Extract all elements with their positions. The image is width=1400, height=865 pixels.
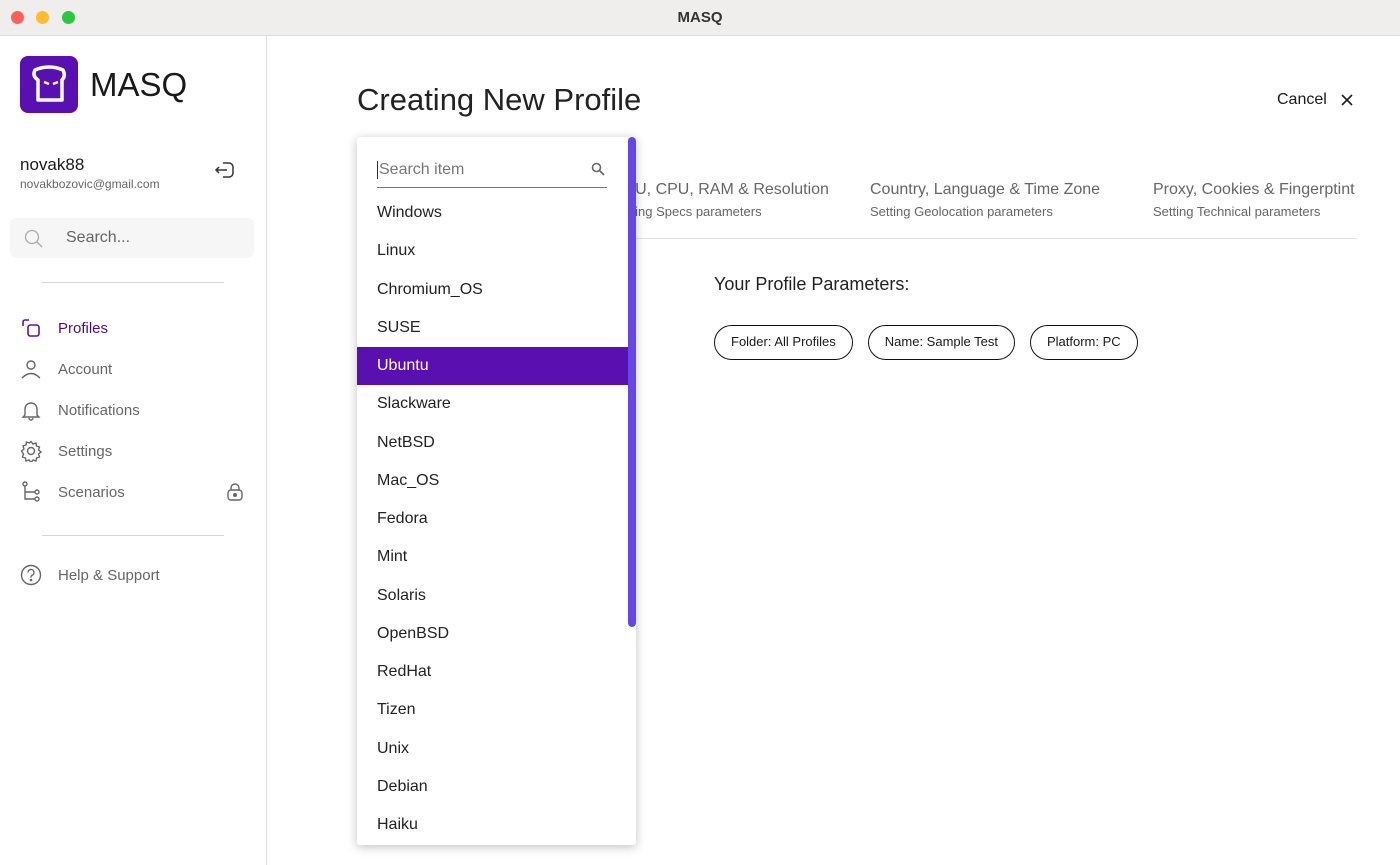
branch-icon [22,481,40,502]
dropdown-item[interactable]: Linux [357,232,628,270]
help-icon [20,564,42,586]
dropdown-item[interactable]: Slackware [357,385,628,423]
sidebar-item-label: Help & Support [58,566,160,584]
cancel-label: Cancel [1277,91,1327,108]
dropdown-item[interactable]: Chromium_OS [357,271,628,309]
search-icon [24,229,43,248]
tab-title: GPU, CPU, RAM & Resolution [612,181,829,198]
close-window-button[interactable] [11,11,24,24]
username: novak88 [20,155,85,174]
dropdown-item[interactable]: Ubuntu [357,347,628,385]
profiles-icon [22,319,40,337]
masq-logo-icon [20,56,78,113]
title-bar: MASQ [0,0,1400,36]
user-email: novakbozovic@gmail.com [20,177,160,191]
user-icon [21,360,41,379]
dropdown-item[interactable]: Solaris [357,577,628,615]
tab-specs[interactable]: GPU, CPU, RAM & Resolution Setting Specs… [612,181,829,219]
close-icon [1341,94,1353,106]
sidebar-item-help[interactable]: Help & Support [20,560,250,590]
dropdown-item[interactable]: Haiku [357,806,628,844]
sidebar-item-label: Settings [58,442,113,460]
chip-platform: Platform: PC [1029,325,1138,360]
scrollbar[interactable] [628,137,636,627]
chip-name: Name: Sample Test [867,325,1015,360]
sidebar-item-profiles[interactable]: Profiles [20,313,250,343]
sidebar-item-scenarios[interactable]: Scenarios [20,477,250,507]
sidebar-item-label: Account [58,360,113,378]
dropdown-item[interactable]: SUSE [357,309,628,347]
dropdown-item[interactable]: OpenBSD [357,615,628,653]
dropdown-item[interactable]: NetBSD [357,424,628,462]
lock-icon [227,483,243,501]
cancel-button[interactable]: Cancel [1277,91,1353,109]
page-title: Creating New Profile [357,82,642,117]
sidebar-item-settings[interactable]: Settings [20,436,250,466]
window-title: MASQ [677,9,723,26]
brand-name: MASQ [90,66,188,103]
sidebar-item-notifications[interactable]: Notifications [20,395,250,425]
dropdown-item[interactable]: Mint [357,538,628,576]
tab-subtitle: Setting Technical parameters [1153,204,1321,219]
param-chips: Folder: All Profiles Name: Sample Test P… [714,325,1138,360]
tab-title: Proxy, Cookies & Fingerptint [1153,181,1355,198]
dropdown-item[interactable]: Tizen [357,691,628,729]
sidebar-item-account[interactable]: Account [20,354,250,384]
os-dropdown: Search item Windows Linux Chromium_OS SUSE U… [357,137,636,845]
dropdown-item[interactable]: Unix [357,730,628,768]
logout-icon[interactable] [214,160,236,185]
dropdown-item[interactable]: RedHat [357,653,628,691]
tab-title: Country, Language & Time Zone [870,181,1101,198]
dropdown-item[interactable]: Windows [357,194,628,232]
sidebar: MASQ novak88 novakbozovic@gmail.com Sear… [0,36,267,865]
sidebar-item-label: Notifications [58,401,140,419]
gear-icon [20,440,42,462]
dropdown-search-input[interactable]: Search item [377,157,607,188]
sidebar-item-label: Profiles [58,319,109,337]
sidebar-search-input[interactable]: Search... [10,218,254,258]
tab-subtitle: Setting Specs parameters [612,204,762,219]
params-title: Your Profile Parameters: [714,274,910,294]
maximize-window-button[interactable] [62,11,75,24]
search-icon [591,162,605,176]
minimize-window-button[interactable] [36,11,49,24]
tab-subtitle: Setting Geolocation parameters [870,204,1053,219]
divider [42,535,224,536]
sidebar-item-label: Scenarios [58,483,125,501]
dropdown-item[interactable]: Mac_OS [357,462,628,500]
dropdown-item[interactable]: Fedora [357,500,628,538]
tab-technical[interactable]: Proxy, Cookies & Fingerptint Setting Tec… [1153,181,1355,219]
divider [42,282,224,283]
search-placeholder: Search item [377,161,465,179]
dropdown-item[interactable]: Debian [357,768,628,806]
bell-icon [21,402,41,421]
chip-folder: Folder: All Profiles [714,325,853,360]
search-placeholder: Search... [66,229,131,246]
tab-geolocation[interactable]: Country, Language & Time Zone Setting Ge… [870,181,1100,219]
